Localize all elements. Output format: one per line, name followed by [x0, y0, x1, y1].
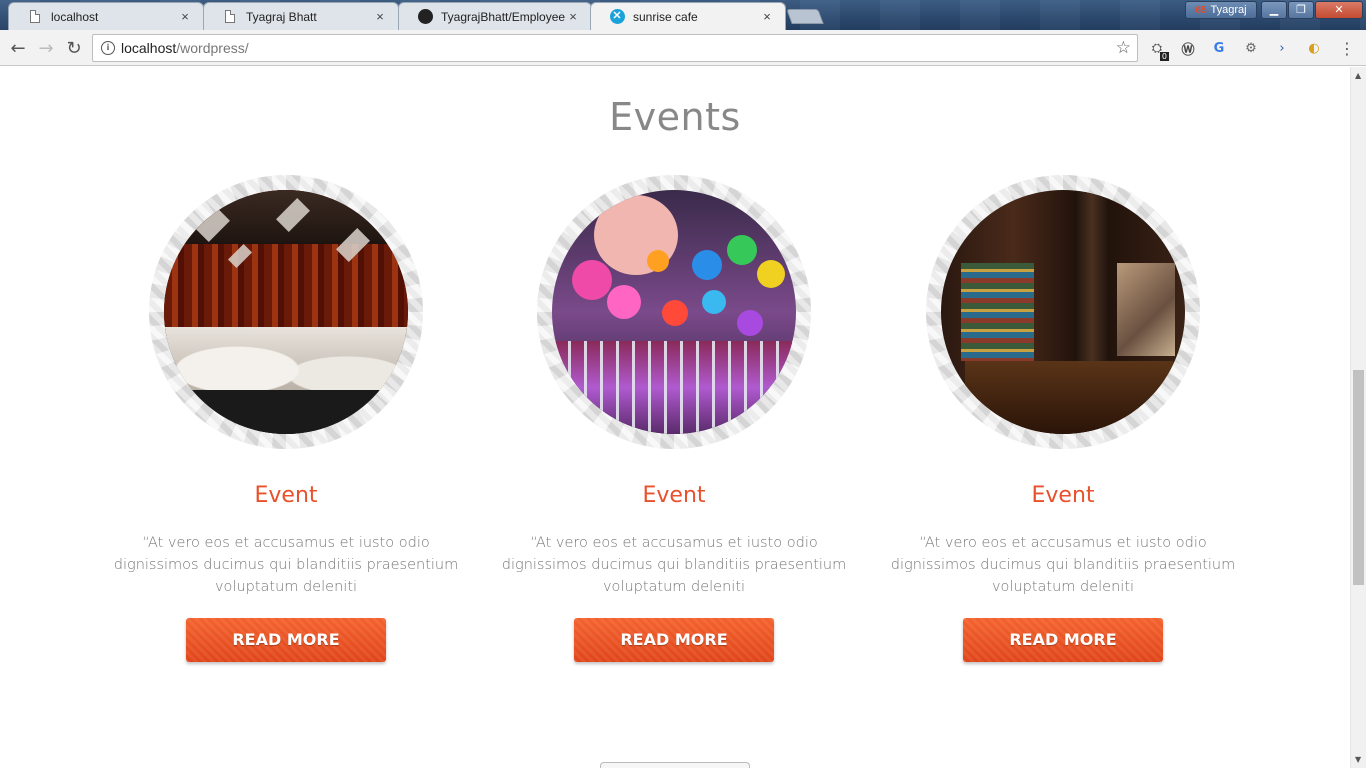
menu-dots-icon[interactable]: ⋮ — [1338, 39, 1356, 58]
tab-sunrise-cafe[interactable]: ✕ sunrise cafe × — [590, 2, 786, 30]
profile-badge: 65 — [1195, 4, 1207, 16]
read-more-button[interactable]: READ MORE — [186, 618, 386, 662]
profile-name: Tyagraj — [1210, 4, 1247, 16]
close-tab-icon[interactable]: × — [565, 9, 581, 24]
close-window-icon[interactable]: ✕ — [1315, 1, 1363, 19]
tab-title: localhost — [51, 9, 99, 24]
google-translate-icon[interactable]: G — [1210, 39, 1228, 57]
balloon-party-photo — [552, 190, 796, 434]
tab-title: TyagrajBhatt/Employee-I — [441, 9, 565, 24]
browser-toolbar: ← → ↻ i localhost/wordpress/ ☆ ⛭ 0 Ⓦ G ⚙ … — [0, 30, 1366, 66]
tab-title: Tyagraj Bhatt — [246, 9, 317, 24]
tab-github-employee[interactable]: TyagrajBhatt/Employee-I × — [398, 2, 592, 30]
scroll-down-arrow-icon[interactable]: ▼ — [1355, 755, 1361, 764]
maximize-icon[interactable]: ❐ — [1288, 1, 1314, 19]
event-title: Event — [1031, 483, 1095, 508]
status-bubble — [600, 762, 750, 768]
chevron-right-icon[interactable]: › — [1273, 39, 1291, 57]
event-description: “At vero eos et accusamus et iusto odio … — [501, 535, 847, 595]
site-info-icon[interactable]: i — [101, 41, 115, 55]
event-card: Event “At vero eos et accusamus et iusto… — [883, 175, 1243, 675]
event-card: Event “At vero eos et accusamus et iusto… — [106, 175, 466, 675]
event-title: Event — [254, 483, 318, 508]
read-more-button[interactable]: READ MORE — [963, 618, 1163, 662]
wordpress-icon[interactable]: Ⓦ — [1179, 39, 1197, 58]
tab-tyagraj-bhatt[interactable]: Tyagraj Bhatt × — [203, 2, 399, 30]
event-title: Event — [642, 483, 706, 508]
close-tab-icon[interactable]: × — [759, 9, 775, 24]
vertical-scrollbar[interactable]: ▲ ▼ — [1350, 67, 1366, 768]
forward-arrow-icon[interactable]: → — [34, 36, 58, 60]
read-more-button[interactable]: READ MORE — [574, 618, 774, 662]
document-icon — [27, 9, 43, 25]
color-picker-icon[interactable]: ◐ — [1305, 39, 1323, 57]
back-arrow-icon[interactable]: ← — [6, 36, 30, 60]
github-icon — [417, 9, 433, 25]
extension-badge: 0 — [1159, 52, 1169, 61]
scroll-up-arrow-icon[interactable]: ▲ — [1355, 71, 1361, 80]
url-text[interactable]: localhost/wordpress/ — [121, 40, 1116, 56]
profile-button[interactable]: 65 Tyagraj — [1185, 1, 1257, 19]
close-tab-icon[interactable]: × — [177, 9, 193, 24]
close-tab-icon[interactable]: × — [372, 9, 388, 24]
event-description: “At vero eos et accusamus et iusto odio … — [890, 535, 1236, 595]
url-host: localhost — [121, 40, 177, 56]
reload-icon[interactable]: ↻ — [62, 36, 86, 60]
cafe-icon: ✕ — [609, 9, 625, 25]
minimize-icon[interactable]: ▁ — [1261, 1, 1287, 19]
restaurant-photo — [941, 190, 1185, 434]
tab-localhost[interactable]: localhost × — [8, 2, 204, 30]
new-tab-button[interactable] — [786, 9, 824, 24]
extension-cookie-icon[interactable]: ⛭ 0 — [1148, 39, 1169, 61]
gear-icon[interactable]: ⚙ — [1242, 39, 1260, 57]
event-description: “At vero eos et accusamus et iusto odio … — [113, 535, 459, 595]
bookmark-star-icon[interactable]: ☆ — [1116, 38, 1131, 58]
url-path: /wordpress/ — [176, 40, 249, 56]
address-bar[interactable]: i localhost/wordpress/ ☆ — [92, 34, 1138, 62]
tab-title: sunrise cafe — [633, 9, 698, 24]
section-title: Events — [609, 95, 741, 139]
event-card: Event “At vero eos et accusamus et iusto… — [494, 175, 854, 675]
banquet-hall-photo — [164, 190, 408, 434]
document-icon — [222, 9, 238, 25]
browser-tab-strip: localhost × Tyagraj Bhatt × TyagrajBhatt… — [0, 0, 1366, 30]
scrollbar-thumb[interactable] — [1353, 370, 1364, 585]
page-content: Events Event “At vero eos et accusamus e… — [0, 67, 1350, 768]
